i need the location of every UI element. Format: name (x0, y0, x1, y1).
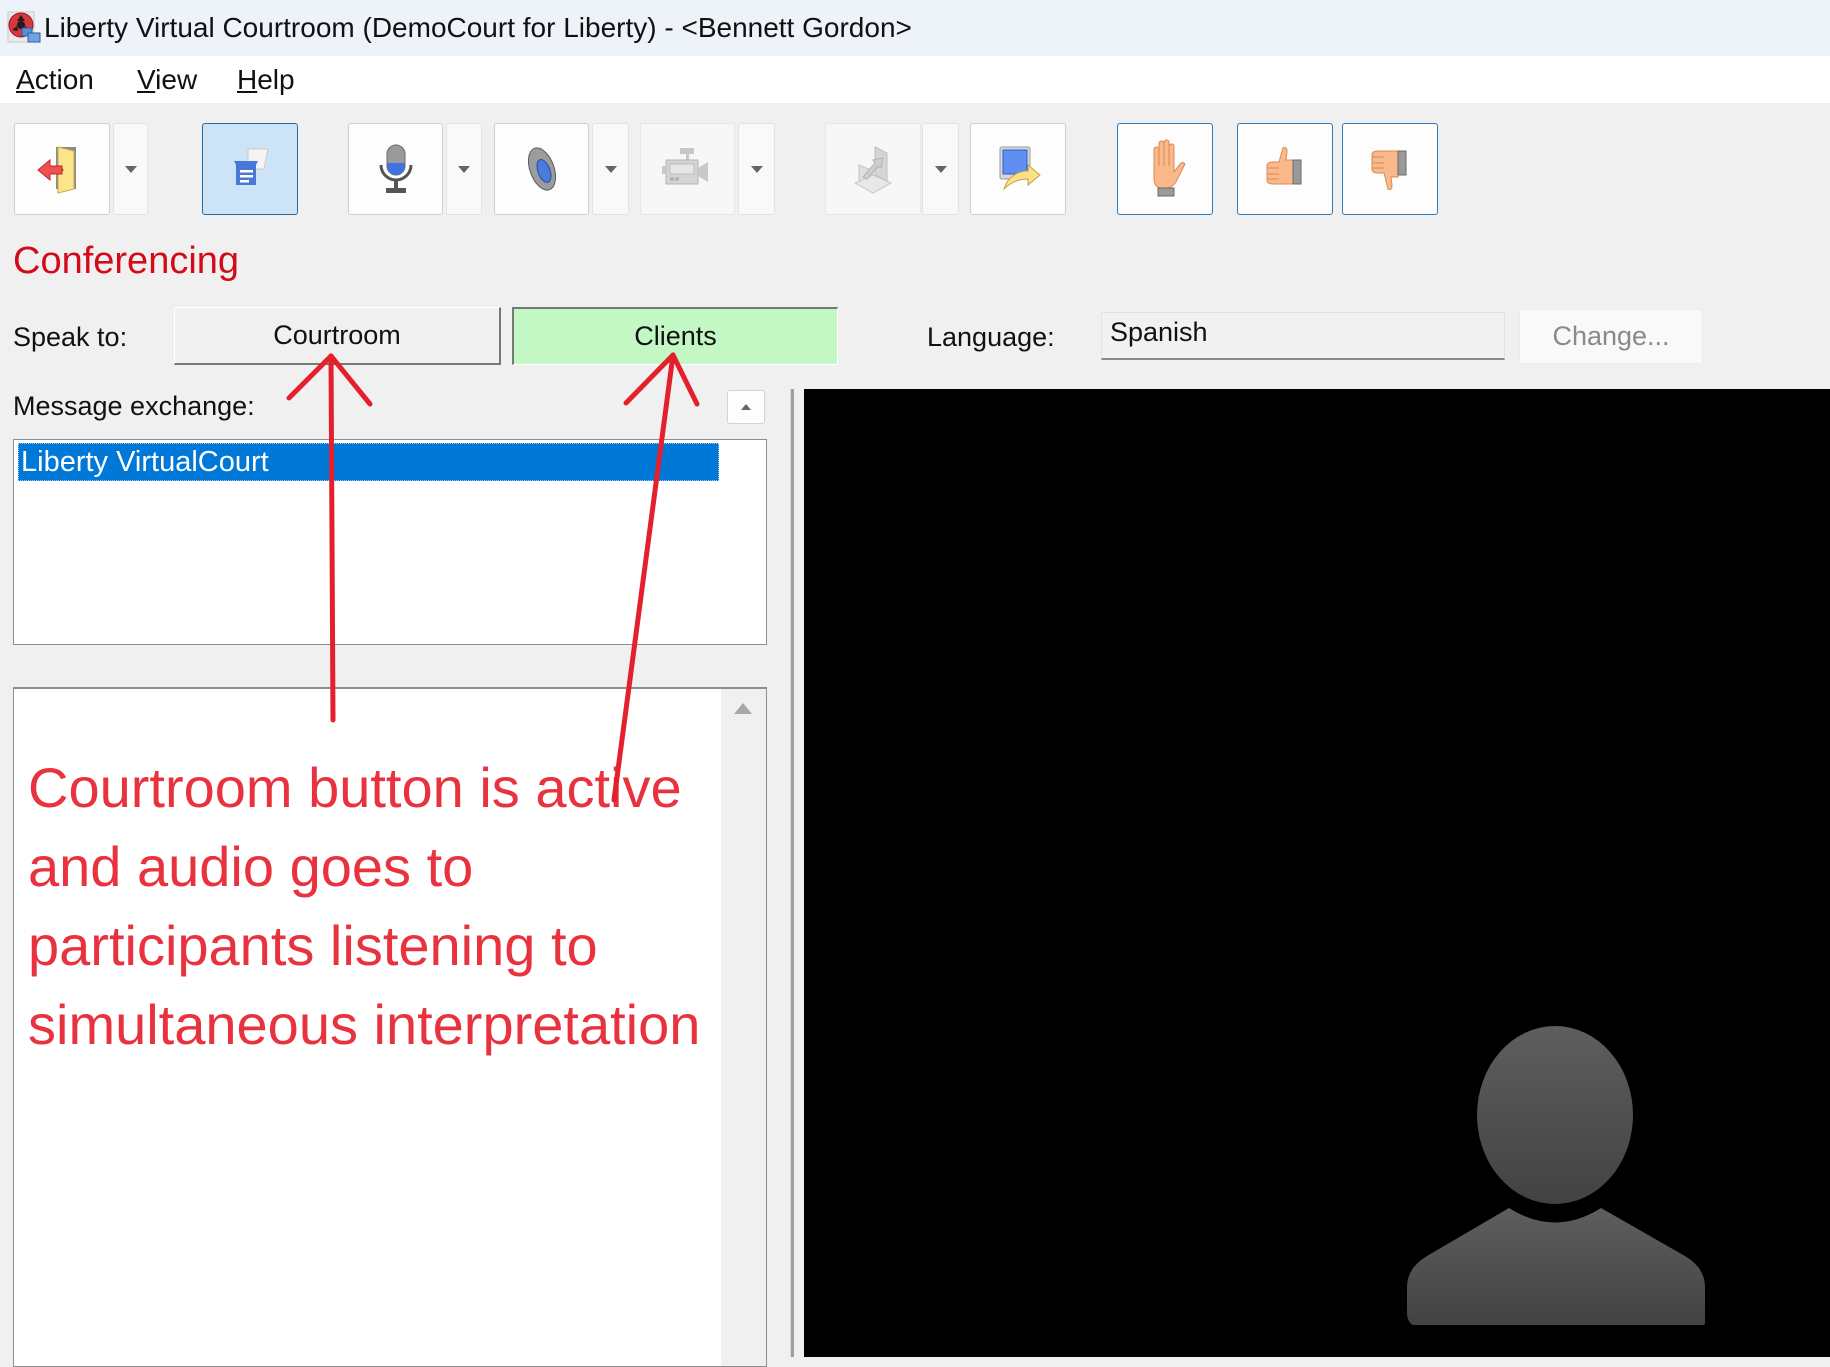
video-panel (804, 389, 1830, 1357)
menu-help-label: elp (257, 64, 295, 95)
pane-splitter[interactable] (790, 389, 794, 1357)
chevron-down-icon (458, 165, 470, 173)
camera-dropdown[interactable] (738, 123, 775, 215)
microphone-icon (379, 144, 412, 193)
share-button[interactable] (825, 123, 921, 215)
video-camera-icon (661, 148, 708, 185)
menu-action[interactable]: Action (16, 64, 94, 96)
title-bar: Liberty Virtual Courtroom (DemoCourt for… (0, 0, 1830, 56)
menu-action-label: ction (34, 64, 94, 95)
scroll-up-icon[interactable] (734, 703, 752, 714)
share-document-icon (853, 146, 893, 194)
change-language-button[interactable]: Change... (1519, 309, 1703, 364)
menu-help[interactable]: Help (237, 64, 295, 96)
camera-button[interactable] (640, 123, 735, 215)
menu-bar: Action View Help (0, 56, 1830, 103)
messages-toggle-button[interactable] (202, 123, 298, 215)
speak-to-clients-button[interactable]: Clients (512, 307, 838, 365)
chevron-down-icon (934, 165, 947, 173)
menu-view-accel: V (137, 64, 156, 95)
recipient-list[interactable]: Liberty VirtualCourt (13, 439, 767, 645)
language-label: Language: (927, 322, 1055, 352)
thumbs-up-icon (1266, 147, 1302, 185)
menu-view-label: iew (155, 64, 198, 95)
speaker-icon (527, 147, 556, 191)
chevron-up-icon (741, 404, 751, 410)
annotation-text: Courtroom button is active and audio goe… (28, 756, 701, 1056)
chevron-down-icon (604, 165, 617, 173)
message-exchange-label: Message exchange: (13, 391, 255, 421)
present-screen-button[interactable] (970, 123, 1066, 215)
menu-help-accel: H (237, 64, 258, 95)
thumbs-up-button[interactable] (1237, 123, 1333, 215)
speaker-button[interactable] (494, 123, 589, 215)
exit-door-icon (37, 146, 76, 194)
courtroom-button-label: Courtroom (273, 320, 401, 350)
recipient-name: Liberty VirtualCourt (21, 446, 269, 478)
conferencing-heading: Conferencing (13, 240, 240, 282)
list-item[interactable]: Liberty VirtualCourt (18, 443, 719, 481)
speak-to-label: Speak to: (13, 322, 128, 352)
change-language-label: Change... (1552, 321, 1670, 351)
present-screen-icon (999, 146, 1041, 191)
raise-hand-button[interactable] (1117, 123, 1213, 215)
microphone-button[interactable] (348, 123, 443, 215)
liberty-app-icon (7, 11, 41, 43)
collapse-panel-button[interactable] (727, 390, 765, 424)
thumbs-down-button[interactable] (1342, 123, 1438, 215)
thumbs-down-icon (1371, 150, 1407, 190)
speak-to-courtroom-button[interactable]: Courtroom (174, 307, 501, 365)
menu-view[interactable]: View (137, 64, 197, 96)
chevron-down-icon (124, 165, 137, 173)
window-title: Liberty Virtual Courtroom (DemoCourt for… (44, 12, 912, 43)
raise-hand-icon (1153, 139, 1186, 197)
chat-messages-icon (234, 148, 269, 185)
share-dropdown[interactable] (922, 123, 959, 215)
chevron-down-icon (750, 165, 763, 173)
speaker-dropdown[interactable] (592, 123, 629, 215)
menu-action-accel: A (16, 64, 35, 95)
leave-courtroom-button[interactable] (14, 123, 110, 215)
leave-courtroom-dropdown[interactable] (113, 123, 148, 215)
microphone-dropdown[interactable] (446, 123, 482, 215)
language-field: Spanish (1101, 312, 1505, 360)
participant-avatar-icon (1407, 1026, 1705, 1325)
clients-button-label: Clients (634, 321, 717, 351)
